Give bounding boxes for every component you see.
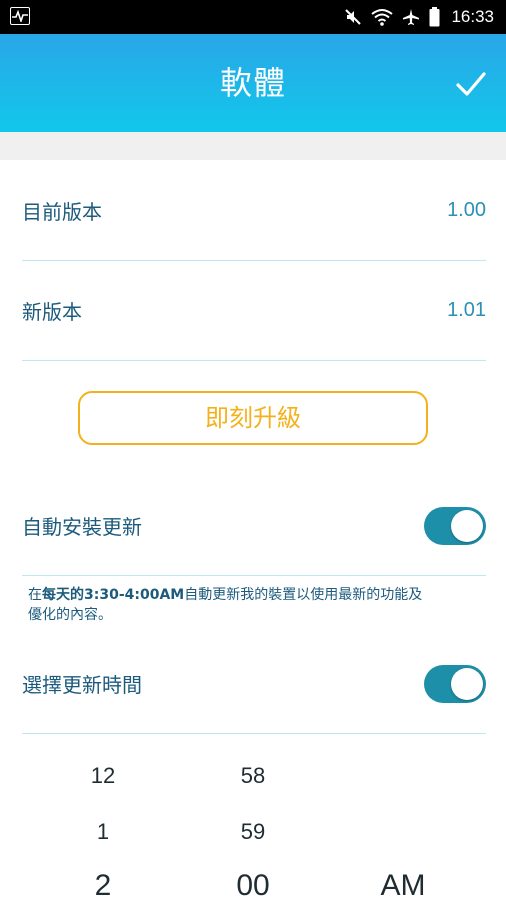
hour-option[interactable]: 12 [58, 763, 148, 789]
minute-option[interactable]: 58 [208, 763, 298, 789]
auto-update-label: 自動安裝更新 [22, 515, 142, 539]
minute-option[interactable]: 59 [208, 819, 298, 845]
upgrade-now-button[interactable]: 即刻升級 [78, 391, 428, 445]
confirm-button[interactable] [454, 67, 488, 101]
section-divider [0, 132, 506, 160]
new-version-row: 新版本 1.01 [22, 261, 486, 361]
mute-icon [344, 8, 362, 26]
time-picker[interactable]: 12 1 2 58 59 00 AM [0, 735, 506, 903]
ampm-selected[interactable]: AM [358, 869, 448, 903]
current-version-label: 目前版本 [22, 200, 102, 224]
hour-selected[interactable]: 2 [58, 869, 148, 903]
schedule-toggle[interactable] [424, 664, 486, 703]
current-version-value: 1.00 [447, 199, 486, 221]
app-bar: 軟體 [0, 34, 506, 132]
toggle-knob [451, 509, 483, 542]
desc-prefix: 在 [28, 587, 42, 603]
toggle-knob [451, 667, 483, 700]
new-version-value: 1.01 [447, 299, 486, 321]
new-version-label: 新版本 [22, 300, 82, 324]
battery-icon [429, 7, 440, 27]
pulse-app-icon [10, 7, 30, 25]
schedule-label: 選擇更新時間 [22, 673, 142, 697]
current-version-row: 目前版本 1.00 [22, 161, 486, 261]
check-icon [456, 72, 486, 96]
auto-update-toggle[interactable] [424, 506, 486, 545]
airplane-icon [402, 8, 420, 26]
clock: 16:33 [451, 7, 494, 26]
auto-update-row: 自動安裝更新 [22, 476, 486, 576]
hour-option[interactable]: 1 [58, 819, 148, 845]
desc-schedule: 每天的3:30-4:00AM [42, 587, 185, 603]
page-title: 軟體 [219, 64, 286, 102]
wifi-icon [371, 8, 394, 26]
schedule-row: 選擇更新時間 [22, 634, 486, 734]
status-bar: 16:33 [0, 0, 506, 34]
auto-update-description: 在每天的3:30-4:00AM自動更新我的裝置以使用最新的功能及優化的內容。 [28, 585, 428, 625]
minute-selected[interactable]: 00 [208, 869, 298, 903]
